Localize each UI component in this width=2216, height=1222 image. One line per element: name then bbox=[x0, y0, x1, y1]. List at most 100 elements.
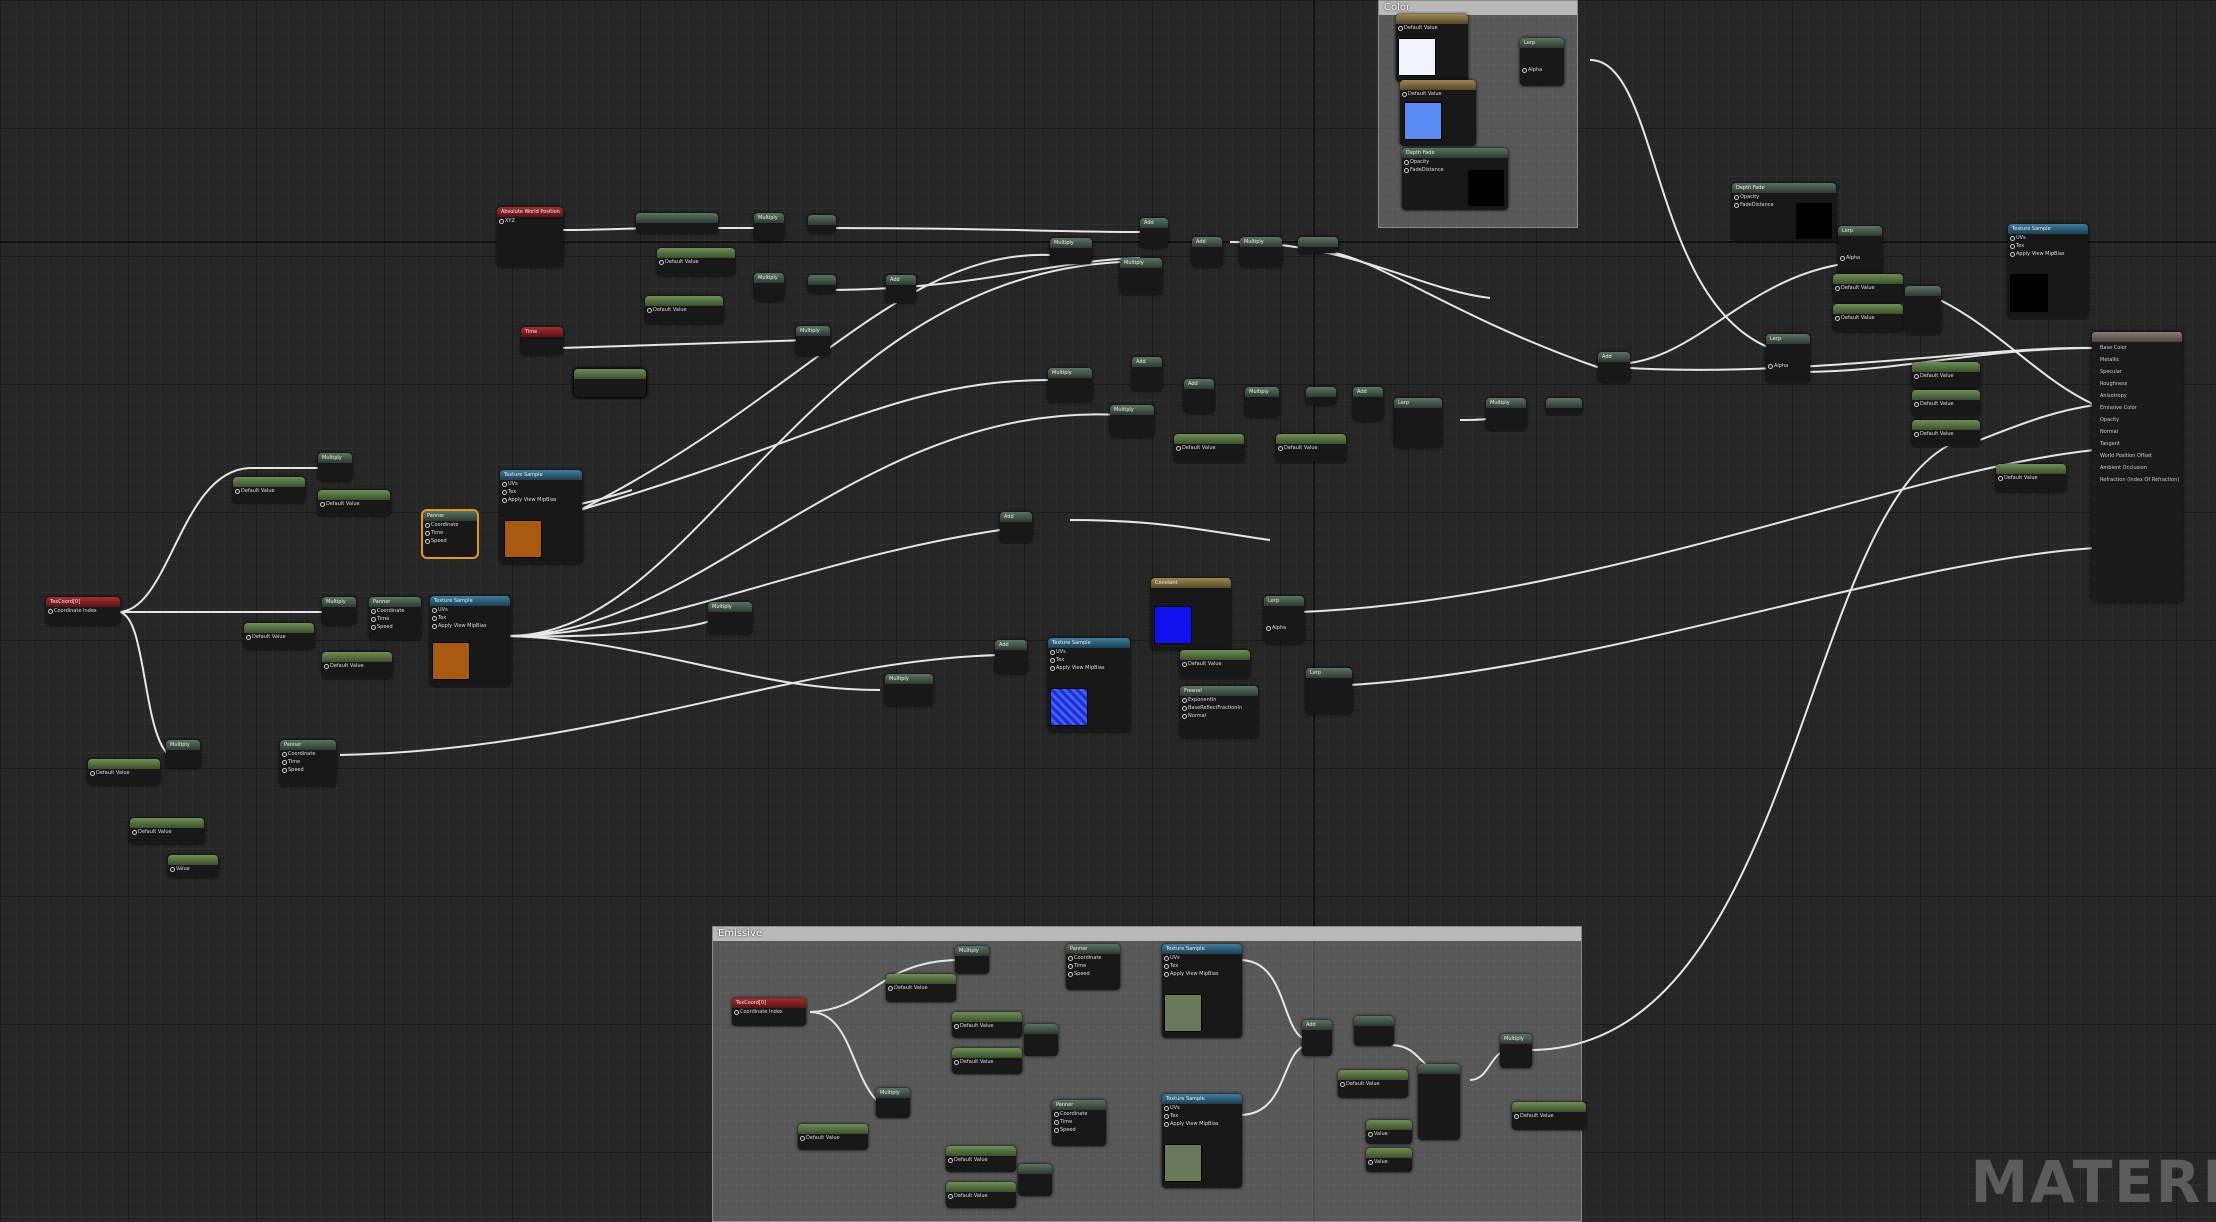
uvs-pin[interactable]: UVs bbox=[1048, 648, 1130, 656]
scalar-param-node[interactable]: Default Value bbox=[130, 818, 204, 844]
vector-param-node[interactable]: Default Value bbox=[1400, 80, 1476, 146]
mipbias-pin[interactable]: Apply View MipBias bbox=[1162, 970, 1242, 978]
default-value-pin[interactable]: Default Value bbox=[233, 487, 305, 495]
specular-pin[interactable]: Specular bbox=[2092, 366, 2182, 378]
multiply-node[interactable]: Multiply bbox=[1500, 1034, 1532, 1068]
coordinate-pin[interactable]: Coordinate bbox=[1066, 954, 1120, 962]
multiply-node[interactable]: Multiply bbox=[1245, 387, 1279, 417]
scalar-param-node[interactable]: Default Value bbox=[952, 1048, 1022, 1074]
default-value-pin[interactable]: Default Value bbox=[1396, 24, 1468, 32]
add-node[interactable]: Add bbox=[886, 275, 916, 303]
default-value-pin[interactable]: Default Value bbox=[1512, 1112, 1586, 1120]
speed-pin[interactable]: Speed bbox=[1066, 970, 1120, 978]
if-node[interactable] bbox=[1418, 1064, 1460, 1140]
add-node[interactable]: Add bbox=[1184, 379, 1214, 413]
lerp-node[interactable]: Lerp Alpha bbox=[1766, 334, 1810, 382]
default-value-pin[interactable]: Default Value bbox=[1912, 430, 1980, 438]
default-value-pin[interactable]: Default Value bbox=[88, 769, 160, 777]
add-node[interactable]: Add bbox=[1353, 387, 1383, 421]
default-value-pin[interactable]: Default Value bbox=[657, 258, 735, 266]
scalar-param-node[interactable]: Default Value bbox=[1996, 464, 2066, 492]
speed-pin[interactable]: Speed bbox=[369, 623, 421, 631]
texture-sample-node-emissive-bottom[interactable]: Texture Sample UVs Tex Apply View MipBia… bbox=[1162, 1094, 1242, 1188]
lerp-node[interactable]: Lerp Alpha bbox=[1264, 596, 1304, 644]
add-node[interactable]: Add bbox=[1140, 218, 1168, 248]
multiply-node[interactable]: Multiply bbox=[1120, 258, 1162, 294]
uvs-pin[interactable]: UVs bbox=[1162, 954, 1242, 962]
panner-node[interactable]: Panner Coordinate Time Speed bbox=[1052, 1100, 1106, 1146]
multiply-node[interactable]: Multiply bbox=[322, 597, 356, 625]
scalar-param-node[interactable]: Default Value bbox=[657, 248, 735, 276]
absolute-world-position-node[interactable]: Absolute World Position XYZ bbox=[497, 207, 563, 267]
sine-node[interactable] bbox=[1306, 387, 1336, 405]
coordinate-pin[interactable]: Coordinate bbox=[423, 521, 477, 529]
sine-node[interactable] bbox=[1298, 237, 1338, 253]
depth-fade-node[interactable]: Depth Fade Opacity FadeDistance bbox=[1402, 148, 1508, 210]
mipbias-pin[interactable]: Apply View MipBias bbox=[430, 622, 510, 630]
saturate-node[interactable] bbox=[1546, 398, 1582, 414]
lerp-node[interactable]: Lerp bbox=[1306, 668, 1352, 714]
default-value-pin[interactable]: Default Value bbox=[244, 633, 314, 641]
scalar-param-node[interactable]: Default Value bbox=[1512, 1102, 1586, 1130]
default-value-pin[interactable]: Default Value bbox=[946, 1192, 1016, 1200]
scalar-param-node[interactable]: Default Value bbox=[952, 1012, 1022, 1038]
mipbias-pin[interactable]: Apply View MipBias bbox=[1048, 664, 1130, 672]
default-value-pin[interactable]: Default Value bbox=[1912, 400, 1980, 408]
uvs-pin[interactable]: UVs bbox=[2008, 234, 2088, 242]
default-value-pin[interactable]: Default Value bbox=[318, 500, 390, 508]
material-output-node[interactable]: Base Color Metallic Specular Roughness A… bbox=[2092, 332, 2182, 602]
add-node[interactable]: Add bbox=[1192, 237, 1222, 267]
texture-sample-node[interactable]: Texture Sample UVs Tex Apply View MipBia… bbox=[2008, 224, 2088, 318]
mipbias-pin[interactable]: Apply View MipBias bbox=[1162, 1120, 1242, 1128]
append-node[interactable] bbox=[1024, 1024, 1058, 1056]
texture-sample-node-normal[interactable]: Texture Sample UVs Tex Apply View MipBia… bbox=[1048, 638, 1130, 732]
uvs-pin[interactable]: UVs bbox=[1162, 1104, 1242, 1112]
opacity-pin[interactable]: Opacity bbox=[2092, 414, 2182, 426]
constant-node[interactable]: Value bbox=[1366, 1148, 1412, 1172]
add-node[interactable]: Add bbox=[1132, 357, 1162, 391]
refraction-pin[interactable]: Refraction (Index Of Refraction) bbox=[2092, 474, 2182, 486]
vector-param-node[interactable]: Default Value bbox=[1396, 14, 1468, 82]
scalar-param-node[interactable]: Default Value bbox=[946, 1182, 1016, 1208]
value-pin[interactable]: Value bbox=[1366, 1158, 1412, 1166]
tangent-pin[interactable]: Tangent bbox=[2092, 438, 2182, 450]
default-value-pin[interactable]: Default Value bbox=[1400, 90, 1476, 98]
exponent-pin[interactable]: ExponentIn bbox=[1180, 696, 1258, 704]
base-reflect-pin[interactable]: BaseReflectFractionIn bbox=[1180, 704, 1258, 712]
coordinate-index-pin[interactable]: Coordinate Index bbox=[732, 1008, 806, 1016]
world-position-offset-pin[interactable]: World Position Offset bbox=[2092, 450, 2182, 462]
multiply-node[interactable]: Multiply bbox=[955, 946, 989, 974]
uvs-pin[interactable]: UVs bbox=[500, 480, 582, 488]
scalar-param-node[interactable]: Default Value bbox=[1180, 650, 1250, 678]
time-pin[interactable]: Time bbox=[1052, 1118, 1106, 1126]
material-graph-canvas[interactable]: Color Emissive TexCoord[0] Coordinate In… bbox=[0, 0, 2216, 1222]
metallic-pin[interactable]: Metallic bbox=[2092, 354, 2182, 366]
xyz-pin[interactable]: XYZ bbox=[497, 217, 563, 225]
alpha-pin[interactable]: Alpha bbox=[1766, 362, 1810, 370]
default-value-pin[interactable]: Default Value bbox=[1833, 284, 1903, 292]
multiply-node[interactable]: Multiply bbox=[708, 602, 752, 634]
constant-vector-node[interactable]: Constant bbox=[1151, 578, 1231, 650]
default-value-pin[interactable]: Default Value bbox=[798, 1134, 868, 1142]
scalar-param-node[interactable]: Default Value bbox=[88, 759, 160, 785]
scalar-param-node[interactable]: Default Value bbox=[798, 1124, 868, 1150]
scalar-param-node[interactable]: Default Value bbox=[244, 623, 314, 649]
alpha-pin[interactable]: Alpha bbox=[1264, 624, 1304, 632]
scalar-param-node[interactable]: Default Value bbox=[1833, 304, 1903, 332]
multiply-node[interactable]: Multiply bbox=[1048, 368, 1092, 402]
multiply-node[interactable]: Multiply bbox=[318, 453, 352, 481]
texcoord-node-main[interactable]: TexCoord[0] Coordinate Index bbox=[46, 597, 120, 625]
default-value-pin[interactable]: Default Value bbox=[1174, 444, 1244, 452]
multiply-node[interactable]: Multiply bbox=[1240, 237, 1282, 267]
scalar-param-node[interactable]: Default Value bbox=[1912, 362, 1980, 388]
multiply-node[interactable]: Multiply bbox=[885, 674, 933, 706]
append-node[interactable] bbox=[1018, 1164, 1052, 1196]
tex-pin[interactable]: Tex bbox=[1162, 962, 1242, 970]
scalar-param-node[interactable]: Default Value bbox=[886, 974, 956, 1002]
default-value-pin[interactable]: Default Value bbox=[1833, 314, 1903, 322]
texture-sample-node[interactable]: Texture Sample UVs Tex Apply View MipBia… bbox=[500, 470, 582, 564]
power-node[interactable] bbox=[1354, 1016, 1394, 1046]
component-mask-node[interactable] bbox=[808, 215, 836, 233]
constant-node[interactable]: Value bbox=[168, 855, 218, 877]
scalar-param-node[interactable]: Default Value bbox=[1174, 434, 1244, 462]
